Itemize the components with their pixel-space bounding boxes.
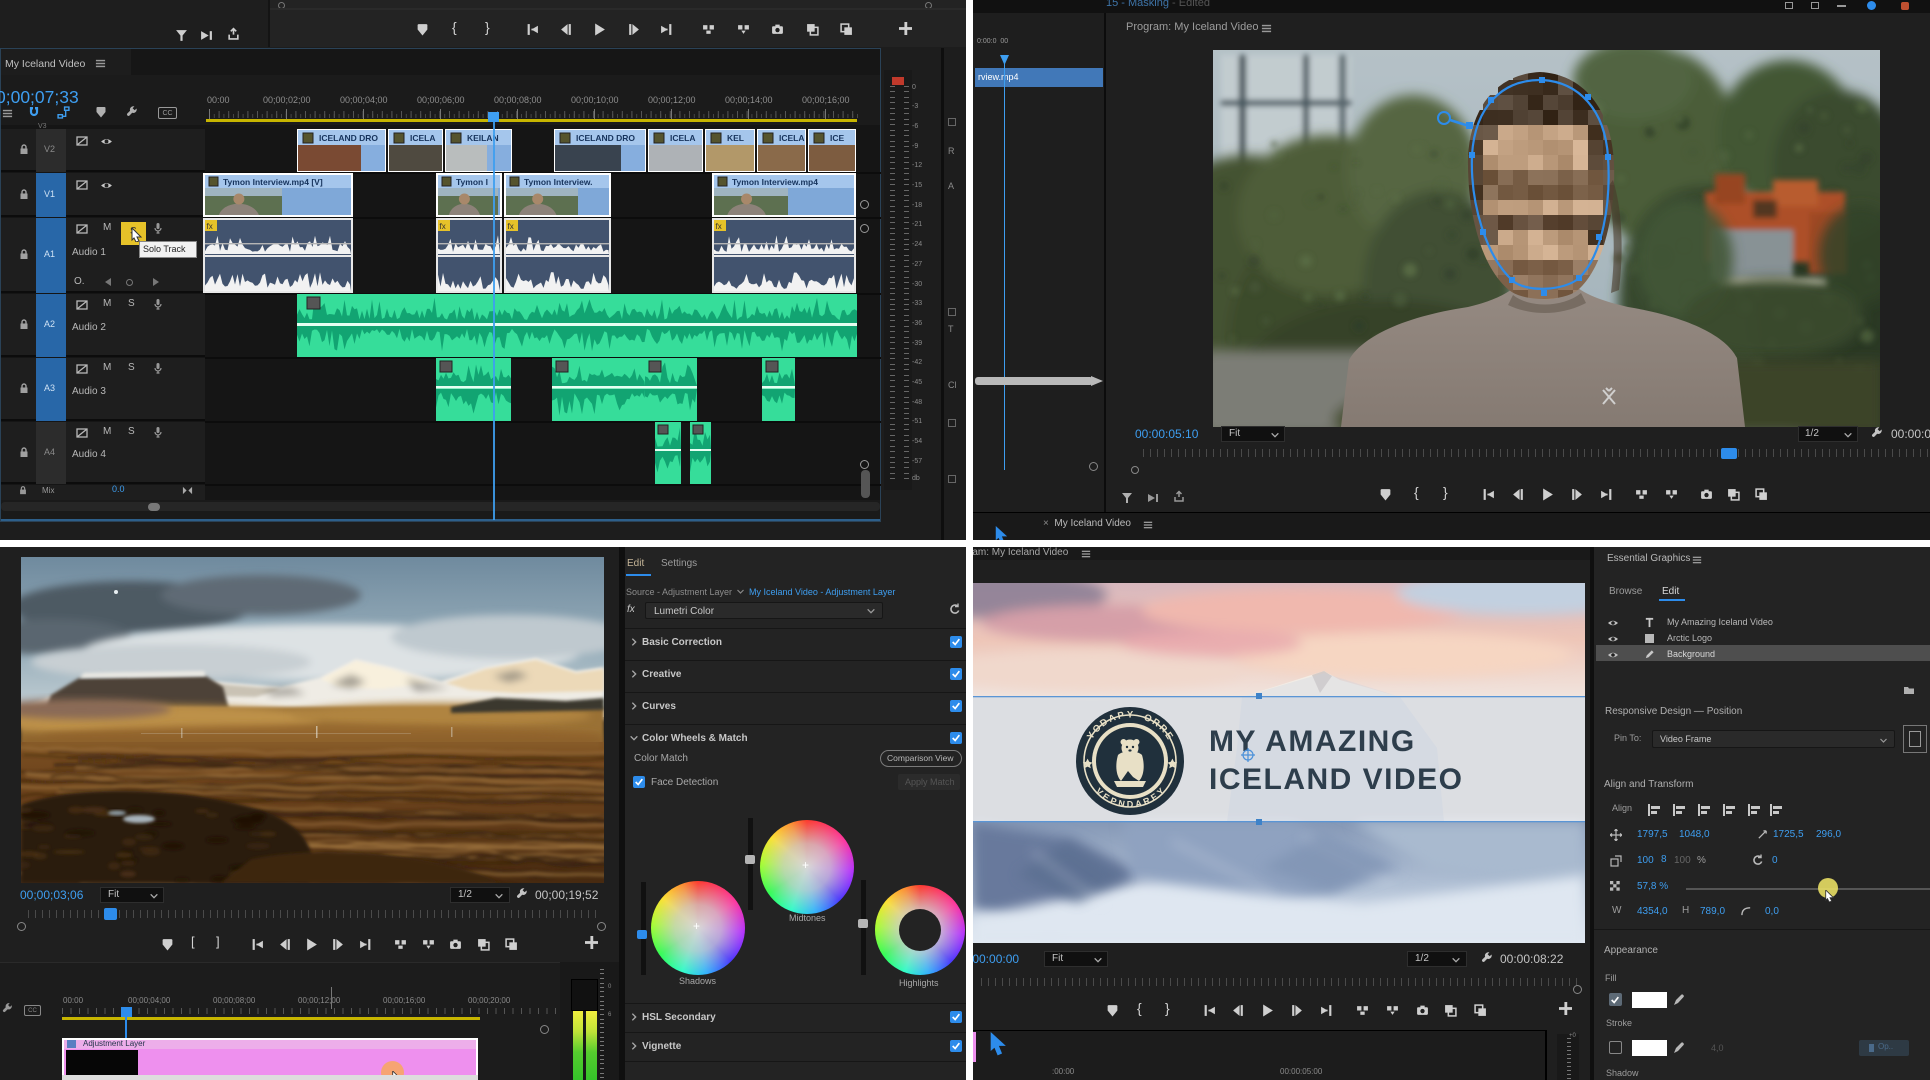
svg-text:ICE: ICE (830, 133, 845, 143)
svg-text:fx: fx (716, 222, 722, 231)
svg-text:Y: Y (1127, 710, 1134, 721)
svg-text:ICELAND DRO: ICELAND DRO (576, 133, 635, 143)
svg-text:fx: fx (207, 222, 213, 231)
svg-text:ICELAND VIDEO: ICELAND VIDEO (1209, 763, 1464, 796)
svg-text:fx: fx (440, 222, 446, 231)
svg-text:KEL: KEL (727, 133, 744, 143)
svg-text:Tymon Interview.mp4: Tymon Interview.mp4 (732, 177, 818, 187)
svg-text:D: D (1127, 799, 1134, 809)
svg-text:ICELA: ICELA (410, 133, 436, 143)
svg-text:ICELA: ICELA (779, 133, 805, 143)
svg-text:Tymon Interview.: Tymon Interview. (524, 177, 593, 187)
svg-text:MY AMAZING: MY AMAZING (1209, 725, 1416, 758)
svg-text:ICELAND DRO: ICELAND DRO (319, 133, 378, 143)
svg-text:ICELA: ICELA (670, 133, 696, 143)
svg-text:Tymon I: Tymon I (456, 177, 488, 187)
svg-text:fx: fx (508, 222, 514, 231)
svg-text:Tymon Interview.mp4 [V]: Tymon Interview.mp4 [V] (223, 177, 323, 187)
